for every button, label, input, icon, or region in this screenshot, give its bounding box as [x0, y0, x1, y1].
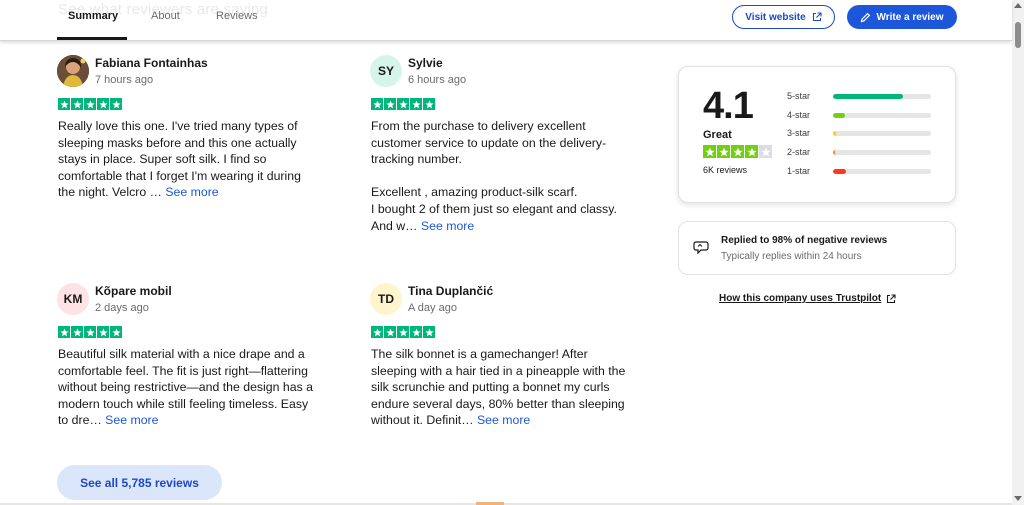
star-icon [84, 98, 96, 110]
reply-time-subtitle: Typically replies within 24 hours [721, 251, 862, 262]
distribution-label: 2-star [787, 147, 811, 157]
distribution-fill [833, 131, 836, 136]
distribution-fill [833, 113, 845, 118]
star-icon [371, 98, 383, 110]
visit-website-label: Visit website [745, 11, 806, 23]
reviewer-name[interactable]: Sylvie [408, 56, 443, 70]
star-icon [410, 326, 422, 338]
star-rating [371, 98, 435, 110]
overall-star-rating [703, 145, 772, 158]
star-icon [371, 326, 383, 338]
star-rating [58, 326, 122, 338]
external-link-icon [812, 12, 822, 22]
distribution-track [833, 113, 931, 118]
distribution-row-2[interactable]: 2-star [787, 147, 937, 159]
distribution-fill [833, 94, 903, 99]
star-icon [410, 98, 422, 110]
write-review-button[interactable]: Write a review [847, 5, 957, 29]
distribution-track [833, 169, 931, 174]
tab-summary[interactable]: Summary [68, 10, 118, 22]
see-all-reviews-button[interactable]: See all 5,785 reviews [57, 465, 222, 500]
star-icon [110, 98, 122, 110]
see-more-link[interactable]: See more [105, 413, 158, 427]
distribution-fill [833, 150, 835, 155]
star-rating [371, 326, 435, 338]
distribution-row-1[interactable]: 1-star [787, 166, 937, 178]
scrollbar-thumb[interactable] [1015, 22, 1021, 48]
scroll-up-arrow-icon[interactable] [1014, 3, 1022, 8]
review-text: Beautiful silk material with a nice drap… [58, 346, 320, 429]
review-date: A day ago [408, 302, 457, 314]
tab-about[interactable]: About [151, 10, 180, 22]
star-icon [84, 326, 96, 338]
review-date: 7 hours ago [95, 74, 154, 86]
distribution-label: 3-star [787, 128, 811, 138]
avatar[interactable]: SY [370, 55, 402, 87]
see-more-link[interactable]: See more [165, 185, 218, 199]
distribution-track [833, 94, 931, 99]
rating-summary-card: 4.1 Great 6K reviews 5-star 4-star 3-sta… [678, 66, 956, 203]
distribution-track [833, 150, 931, 155]
review-body: Beautiful silk material with a nice drap… [58, 347, 313, 428]
how-company-uses-label: How this company uses Trustpilot [719, 293, 882, 304]
see-more-link[interactable]: See more [477, 413, 530, 427]
review-date: 2 days ago [95, 302, 149, 314]
pencil-icon [860, 12, 871, 23]
star-icon [71, 326, 83, 338]
star-icon [58, 326, 70, 338]
star-icon [384, 326, 396, 338]
reply-rate-card: Replied to 98% of negative reviews Typic… [678, 221, 956, 275]
write-review-label: Write a review [876, 11, 944, 23]
avatar[interactable]: KM [57, 283, 89, 315]
see-more-link[interactable]: See more [421, 219, 474, 233]
star-icon [423, 98, 435, 110]
star-icon [703, 145, 716, 158]
rating-score: 4.1 [703, 85, 754, 127]
star-icon [97, 98, 109, 110]
distribution-fill [833, 169, 846, 174]
star-icon [731, 145, 744, 158]
star-icon [745, 145, 758, 158]
top-nav: See what reviewers are saying Summary Ab… [0, 0, 1012, 41]
distribution-track [833, 131, 931, 136]
star-rating [58, 98, 122, 110]
reply-rate-title: Replied to 98% of negative reviews [721, 235, 888, 246]
star-icon [423, 326, 435, 338]
scroll-down-arrow-icon[interactable] [1014, 496, 1022, 501]
speech-bubble-icon [693, 239, 709, 260]
reviewer-name[interactable]: Tina Duplančić [408, 284, 493, 298]
star-icon [97, 326, 109, 338]
visit-website-button[interactable]: Visit website [732, 5, 835, 29]
scrollbar-track[interactable] [1012, 0, 1024, 505]
tab-reviews[interactable]: Reviews [216, 10, 258, 22]
review-text: Really love this one. I've tried many ty… [58, 118, 320, 201]
star-icon [397, 98, 409, 110]
review-text: From the purchase to delivery excellent … [371, 118, 633, 234]
distribution-row-5[interactable]: 5-star [787, 91, 937, 103]
review-date: 6 hours ago [408, 74, 467, 86]
star-icon [717, 145, 730, 158]
avatar[interactable]: TD [370, 283, 402, 315]
reviewer-name[interactable]: Fabiana Fontainhas [95, 56, 208, 70]
distribution-label: 1-star [787, 166, 811, 176]
review-body: From the purchase to delivery excellent … [371, 119, 617, 233]
how-company-uses-link[interactable]: How this company uses Trustpilot [719, 293, 896, 304]
star-icon [759, 145, 772, 158]
star-icon [58, 98, 70, 110]
external-link-icon [886, 293, 896, 304]
active-tab-indicator [57, 37, 127, 40]
star-icon [71, 98, 83, 110]
star-icon [384, 98, 396, 110]
distribution-label: 5-star [787, 91, 811, 101]
distribution-row-4[interactable]: 4-star [787, 110, 937, 122]
reviewer-name[interactable]: Kõpare mobil [95, 284, 172, 298]
distribution-label: 4-star [787, 110, 811, 120]
distribution-row-3[interactable]: 3-star [787, 128, 937, 140]
star-icon [110, 326, 122, 338]
star-icon [397, 326, 409, 338]
review-count: 6K reviews [703, 165, 748, 175]
review-text: The silk bonnet is a gamechanger! After … [371, 346, 633, 429]
rating-word: Great [703, 129, 732, 141]
avatar[interactable] [57, 55, 89, 87]
